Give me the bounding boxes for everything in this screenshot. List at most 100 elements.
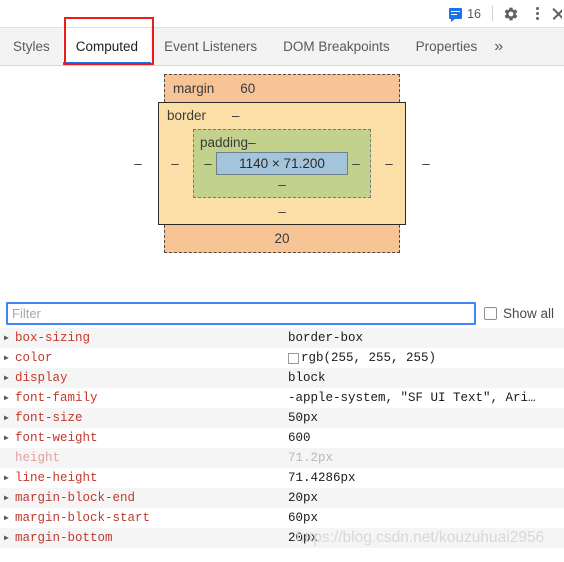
close-icon bbox=[550, 6, 562, 22]
kebab-menu-icon bbox=[535, 7, 539, 20]
expand-triangle-icon[interactable]: ▶ bbox=[4, 494, 15, 503]
box-model-padding-top-value[interactable]: – bbox=[248, 135, 256, 150]
panel-tabbar: Styles Computed Event Listeners DOM Brea… bbox=[0, 17, 564, 66]
box-model-padding-bottom-value[interactable]: – bbox=[200, 175, 364, 194]
expand-triangle-icon[interactable]: ▶ bbox=[4, 374, 15, 383]
property-value-text: rgb(255, 255, 255) bbox=[301, 351, 437, 365]
expand-triangle-icon[interactable]: ▶ bbox=[4, 434, 15, 443]
expand-triangle-icon[interactable]: ▶ bbox=[4, 414, 15, 423]
property-row[interactable]: ▶ line-height 71.4286px bbox=[0, 468, 564, 488]
tab-event-listeners[interactable]: Event Listeners bbox=[151, 28, 270, 65]
property-row[interactable]: ▶ color rgb(255, 255, 255) bbox=[0, 348, 564, 368]
box-model-margin-bottom-value[interactable]: 20 bbox=[173, 229, 391, 248]
property-value-text: 71.4286px bbox=[288, 471, 356, 485]
toolbar-divider bbox=[492, 6, 493, 21]
expand-triangle-icon[interactable]: ▶ bbox=[4, 514, 15, 523]
box-model-padding-middle: – 1140 × 71.200 – bbox=[200, 152, 364, 175]
property-value[interactable]: 20px bbox=[288, 531, 318, 545]
property-value-text: 600 bbox=[288, 431, 311, 445]
property-value[interactable]: rgb(255, 255, 255) bbox=[288, 351, 436, 365]
property-value-text: border-box bbox=[288, 331, 364, 345]
show-all-checkbox[interactable] bbox=[483, 306, 497, 320]
devtools-toolbar: 16 bbox=[0, 0, 564, 27]
property-row[interactable]: ▶ font-family -apple-system, "SF UI Text",… bbox=[0, 388, 564, 408]
more-options-button[interactable] bbox=[524, 2, 550, 26]
property-value[interactable]: border-box bbox=[288, 331, 363, 345]
settings-button[interactable] bbox=[498, 2, 524, 26]
tab-properties[interactable]: Properties bbox=[403, 28, 491, 65]
box-model-padding-label: padding bbox=[200, 135, 249, 150]
box-model-margin-right-value[interactable]: – bbox=[418, 156, 434, 171]
box-model-margin-label: margin bbox=[173, 81, 215, 96]
property-name: height bbox=[15, 451, 61, 465]
box-model-panel: margin 60 – border – – padding – – 1140 … bbox=[0, 66, 564, 298]
box-model-border-top-value[interactable]: – bbox=[232, 108, 240, 123]
property-name: margin-bottom bbox=[15, 531, 113, 545]
box-model-margin-header: margin 60 bbox=[173, 79, 391, 98]
expand-triangle-icon[interactable]: ▶ bbox=[4, 334, 15, 343]
property-value-text: 50px bbox=[288, 411, 319, 425]
color-swatch-icon[interactable] bbox=[288, 352, 299, 364]
console-message-count: 16 bbox=[467, 6, 481, 21]
filter-input[interactable] bbox=[6, 301, 476, 325]
box-model-border-region[interactable]: border – – padding – – 1140 × 71.200 – –… bbox=[158, 102, 406, 225]
property-value[interactable]: 60px bbox=[288, 511, 318, 525]
property-name: margin-block-end bbox=[15, 491, 136, 505]
property-value-text: 20px bbox=[288, 531, 319, 545]
box-model-border-left-value[interactable]: – bbox=[167, 156, 183, 171]
property-value-text: 71.2px bbox=[288, 451, 334, 465]
property-name: font-size bbox=[15, 411, 83, 425]
property-row[interactable]: ▶ margin-block-end 20px bbox=[0, 488, 564, 508]
box-model-border-bottom-value[interactable]: – bbox=[167, 202, 397, 221]
property-name: margin-block-start bbox=[15, 511, 151, 525]
property-row[interactable]: ▶ font-size 50px bbox=[0, 408, 564, 428]
property-row[interactable]: ▶ font-weight 600 bbox=[0, 428, 564, 448]
expand-triangle-icon[interactable]: ▶ bbox=[4, 474, 15, 483]
computed-properties-list[interactable]: ▶ box-sizing border-box ▶ color rgb(255, 255,… bbox=[0, 328, 564, 548]
expand-triangle-icon[interactable]: ▶ bbox=[4, 354, 15, 363]
property-value[interactable]: -apple-system, "SF UI Text", Ari… bbox=[288, 391, 536, 405]
box-model-border-label: border bbox=[167, 108, 207, 123]
console-message-badge[interactable]: 16 bbox=[443, 6, 487, 22]
property-value[interactable]: 71.2px bbox=[288, 451, 333, 465]
property-value[interactable]: 50px bbox=[288, 411, 318, 425]
property-value[interactable]: block bbox=[288, 371, 326, 385]
property-row[interactable]: ▶ box-sizing border-box bbox=[0, 328, 564, 348]
box-model-border-right-value[interactable]: – bbox=[381, 156, 397, 171]
property-name: color bbox=[15, 351, 53, 365]
gear-icon bbox=[504, 7, 518, 20]
close-panel-button[interactable] bbox=[550, 2, 562, 26]
console-message-icon bbox=[449, 8, 463, 22]
property-name: box-sizing bbox=[15, 331, 91, 345]
property-value-text: 20px bbox=[288, 491, 319, 505]
property-value[interactable]: 20px bbox=[288, 491, 318, 505]
property-row[interactable]: ▶ margin-block-start 60px bbox=[0, 508, 564, 528]
expand-triangle-placeholder bbox=[4, 458, 15, 459]
tab-computed[interactable]: Computed bbox=[62, 28, 152, 65]
property-value-text: 60px bbox=[288, 511, 319, 525]
box-model-padding-header: padding – bbox=[200, 133, 364, 152]
property-name: line-height bbox=[15, 471, 98, 485]
box-model-margin-middle: – border – – padding – – 1140 × 71.200 –… bbox=[134, 98, 430, 229]
expand-triangle-icon[interactable]: ▶ bbox=[4, 394, 15, 403]
property-name: font-weight bbox=[15, 431, 98, 445]
tab-styles[interactable]: Styles bbox=[0, 28, 63, 65]
box-model-content-size[interactable]: 1140 × 71.200 bbox=[216, 152, 348, 175]
box-model-padding-region[interactable]: padding – – 1140 × 71.200 – – bbox=[193, 129, 371, 198]
property-name: font-family bbox=[15, 391, 98, 405]
expand-triangle-icon[interactable]: ▶ bbox=[4, 534, 15, 543]
tab-dom-breakpoints[interactable]: DOM Breakpoints bbox=[270, 28, 403, 65]
property-row[interactable]: height 71.2px bbox=[0, 448, 564, 468]
property-value[interactable]: 600 bbox=[288, 431, 311, 445]
property-value-text: -apple-system, "SF UI Text", Ari… bbox=[288, 391, 536, 405]
box-model-margin-top-value[interactable]: 60 bbox=[240, 81, 255, 96]
property-value[interactable]: 71.4286px bbox=[288, 471, 356, 485]
box-model-margin-region[interactable]: margin 60 – border – – padding – – 1140 … bbox=[134, 74, 430, 253]
show-all-toggle[interactable]: Show all bbox=[483, 306, 558, 321]
box-model-padding-left-value[interactable]: – bbox=[200, 156, 216, 171]
box-model-padding-right-value[interactable]: – bbox=[348, 156, 364, 171]
property-row[interactable]: ▶ display block bbox=[0, 368, 564, 388]
box-model-margin-left-value[interactable]: – bbox=[130, 156, 146, 171]
property-row[interactable]: ▶ margin-bottom 20px bbox=[0, 528, 564, 548]
tab-overflow-chevron-icon[interactable]: » bbox=[490, 28, 513, 65]
